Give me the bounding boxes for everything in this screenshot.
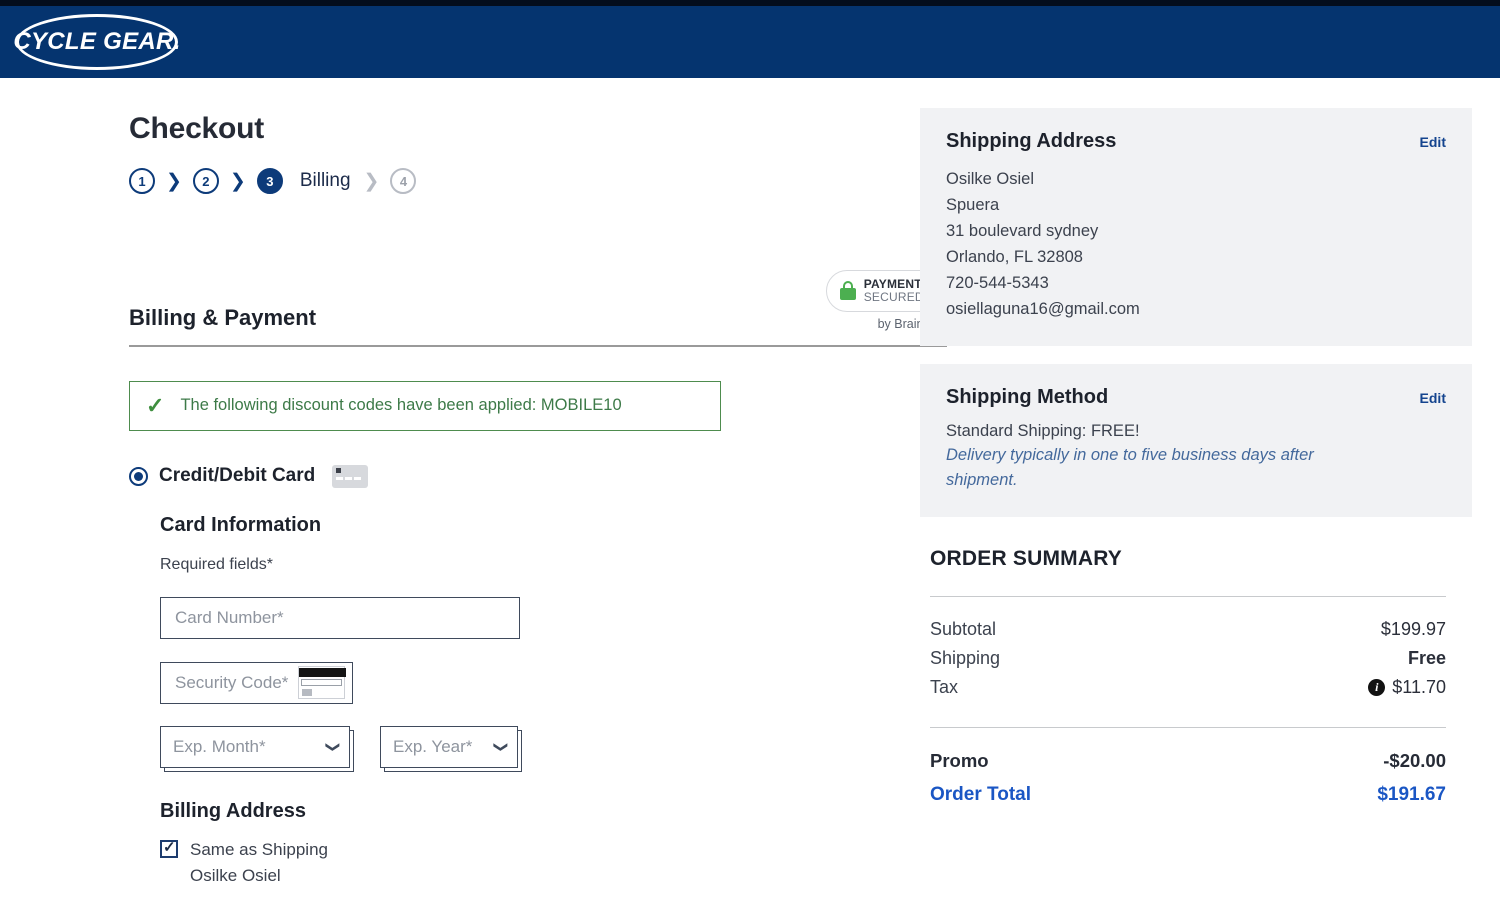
payment-method-label: Credit/Debit Card [159,465,316,487]
exp-year-wrapper: Exp. Year* ❮ [380,725,522,772]
billing-address-name: Osilke Osiel [190,866,281,886]
step-4-circle[interactable]: 4 [390,168,417,194]
summary-row-shipping: Shipping Free [930,644,1446,673]
tax-value: $11.70 [1392,676,1446,697]
shipping-method-header: Shipping Method Edit [946,386,1446,409]
order-summary-title: ORDER SUMMARY [930,546,1122,570]
shipping-address-header: Shipping Address Edit [946,130,1446,153]
promo-label: Promo [930,749,989,771]
lock-icon [839,281,856,301]
step-3-label: Billing [299,170,351,191]
shipping-address-card: Shipping Address Edit Osilke Osiel Spuer… [920,108,1472,347]
shipping-value: Free [1407,647,1446,668]
card-number-input[interactable] [160,596,520,639]
checkout-stepper: 1 ❯ 2 ❯ 3 Billing ❯ 4 [129,168,920,194]
order-summary: ORDER SUMMARY Subtotal $199.97 Shipping … [920,547,1472,810]
order-total-value: $191.67 [1377,783,1446,805]
step-1-circle[interactable]: 1 [129,168,155,194]
exp-month-select[interactable]: Exp. Month* ❮ [160,725,350,768]
address-phone: 720-544-5343 [946,274,1049,293]
cvv-card-back-icon [298,665,346,699]
exp-year-value: Exp. Year* [393,736,473,756]
summary-row-promo: Promo -$20.00 [930,746,1446,776]
address-name: Osilke Osiel [946,170,1035,188]
security-code-row [160,661,920,704]
credit-card-icon [332,464,369,488]
required-fields-note: Required fields* [160,555,273,573]
discount-message: The following discount codes have been a… [180,396,622,415]
billing-section-title: Billing & Payment [129,304,317,330]
promo-value: -$20.00 [1383,749,1446,771]
shipping-method-card: Shipping Method Edit Standard Shipping: … [920,364,1472,517]
billing-address-heading: Billing Address [160,799,306,822]
card-information-heading: Card Information [160,513,322,536]
summary-row-subtotal: Subtotal $199.97 [930,615,1446,644]
same-as-shipping-label: Same as Shipping [190,839,328,859]
expiration-row: Exp. Month* ❮ Exp. Year* ❮ [160,725,920,772]
cycle-gear-logo[interactable]: CYCLE GEAR. [13,14,181,70]
subtotal-value: $199.97 [1380,618,1446,639]
address-city-state-zip: Orlando, FL 32808 [946,248,1083,267]
summary-divider-bottom [930,726,1446,728]
same-as-shipping-row[interactable]: Same as Shipping Osilke Osiel [160,837,920,890]
card-number-row [160,596,920,639]
site-header: CYCLE GEAR. [0,6,1500,78]
checkout-main-column: Checkout 1 ❯ 2 ❯ 3 Billing ❯ 4 Billing &… [0,78,947,890]
chevron-right-icon: ❯ [229,170,246,192]
summary-divider-top [930,595,1446,597]
page-title: Checkout [129,112,265,145]
tax-label: Tax [930,676,959,697]
shipping-method-value: Standard Shipping: FREE! [946,422,1140,441]
payment-method-credit-debit[interactable]: Credit/Debit Card [129,464,920,488]
summary-row-tax: Tax i $11.70 [930,673,1446,702]
exp-month-value: Exp. Month* [173,736,266,756]
checkout-sidebar: Shipping Address Edit Osilke Osiel Spuer… [920,78,1500,810]
order-total-label: Order Total [930,783,1031,805]
subtotal-label: Subtotal [930,618,997,639]
exp-year-select[interactable]: Exp. Year* ❮ [380,725,518,768]
billing-section-header: Billing & Payment PAYMENTS SECURED by Br… [129,270,947,347]
summary-row-order-total: Order Total $191.67 [930,776,1446,810]
chevron-down-icon: ❮ [323,741,340,753]
step-2-circle[interactable]: 2 [192,168,219,194]
tax-info-icon[interactable]: i [1368,678,1386,696]
shipping-address-title: Shipping Address [946,130,1117,152]
shipping-method-note: Delivery typically in one to five busine… [946,446,1314,490]
same-as-shipping-checkbox[interactable] [160,838,178,858]
address-street: 31 boulevard sydney [946,222,1099,241]
discount-applied-banner: ✓ The following discount codes have been… [129,380,721,431]
exp-month-wrapper: Exp. Month* ❮ [160,725,354,772]
credit-card-radio[interactable] [129,466,148,486]
shipping-address-lines: Osilke Osiel Spuera 31 boulevard sydney … [946,166,1446,322]
shipping-method-edit-link[interactable]: Edit [1420,390,1446,406]
chevron-down-icon: ❮ [491,741,508,753]
shipping-label: Shipping [930,647,1001,668]
chevron-right-icon: ❯ [166,170,182,192]
shipping-method-title: Shipping Method [946,386,1109,409]
check-icon: ✓ [146,392,165,418]
address-email: osiellaguna16@gmail.com [946,300,1140,319]
step-3-circle[interactable]: 3 [256,168,283,194]
address-company: Spuera [946,196,1000,215]
logo-text: CYCLE GEAR. [13,28,181,55]
shipping-address-edit-link[interactable]: Edit [1420,134,1446,150]
page-body: Checkout 1 ❯ 2 ❯ 3 Billing ❯ 4 Billing &… [0,78,1500,890]
chevron-right-icon: ❯ [363,170,380,192]
